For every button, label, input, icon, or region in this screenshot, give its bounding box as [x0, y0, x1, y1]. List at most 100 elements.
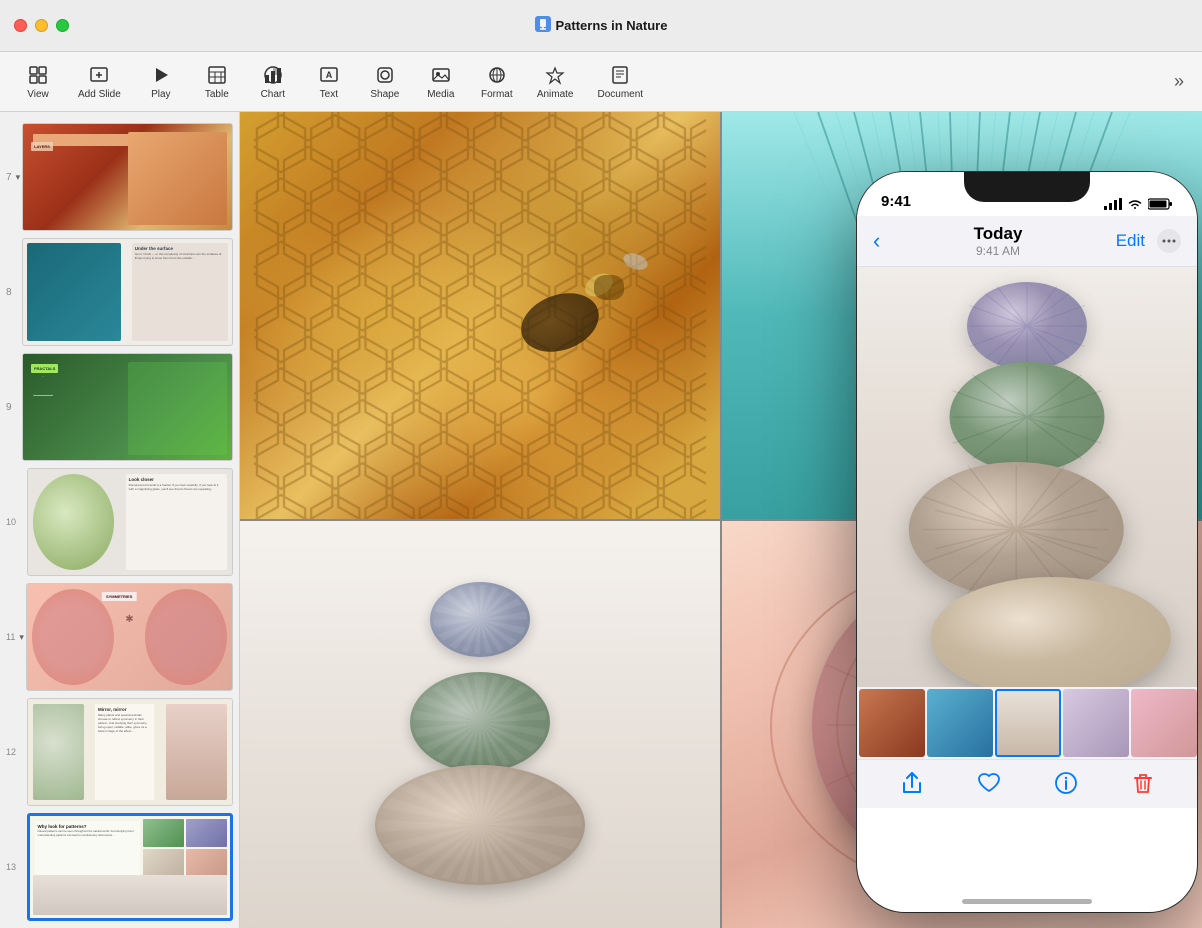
slide-group-13: 13 ▾ Why look for patterns? Natural patt… — [0, 810, 239, 924]
photo-thumb-1[interactable] — [859, 689, 925, 757]
format-icon — [486, 64, 508, 86]
photos-main-image — [857, 267, 1197, 687]
collapse-icon-11[interactable]: ▾ — [19, 632, 24, 643]
slide-group-7: 7 ▾ LAYERS — [0, 120, 239, 234]
toolbar-view[interactable]: View — [10, 60, 66, 104]
toolbar-chart[interactable]: Chart — [245, 60, 301, 104]
toolbar-shape[interactable]: Shape — [357, 60, 413, 104]
slide-thumb-8[interactable]: Under the surface Go to / think — or the… — [22, 238, 233, 346]
shape-icon — [374, 64, 396, 86]
slide-number-12: 12 — [6, 747, 16, 757]
photos-title: Today — [974, 224, 1023, 244]
photos-thumbnail-strip — [857, 687, 1197, 759]
grid-cell-urchin-stacked — [240, 521, 720, 928]
slide-number-9: 9 — [6, 402, 12, 413]
play-icon — [150, 64, 172, 86]
window-title: Patterns in Nature — [535, 16, 668, 35]
minimize-button[interactable] — [35, 19, 48, 32]
slide-thumb-10[interactable]: Look closer Romanesco broccoli is a frac… — [27, 468, 233, 576]
main-content: 7 ▾ LAYERS 8 ▾ Under the surface Go to /… — [0, 112, 1202, 928]
battery-icon — [1148, 198, 1173, 210]
photos-title-area: Today 9:41 AM — [974, 224, 1023, 258]
app-icon — [535, 16, 551, 35]
animate-icon — [544, 64, 566, 86]
iphone-time: 9:41 — [881, 193, 911, 210]
toolbar-media[interactable]: Media — [413, 60, 469, 104]
photos-back-button[interactable]: ‹ — [873, 228, 880, 254]
document-icon — [609, 64, 631, 86]
photos-share-button[interactable] — [899, 770, 925, 796]
media-icon — [430, 64, 452, 86]
table-label: Table — [205, 89, 229, 100]
toolbar-play[interactable]: Play — [133, 60, 189, 104]
toolbar-document[interactable]: Document — [586, 60, 656, 104]
animate-label: Animate — [537, 89, 574, 100]
signal-icon — [1104, 198, 1122, 210]
view-icon — [27, 64, 49, 86]
iphone-notch — [964, 172, 1090, 202]
add-slide-label: Add Slide — [78, 89, 121, 100]
iphone-status-bar: 9:41 — [857, 172, 1197, 216]
slide-thumb-12[interactable]: Mirror, mirror Many plants and several a… — [27, 698, 233, 806]
iphone-screen: 9:41 — [857, 172, 1197, 912]
add-slide-icon — [88, 64, 110, 86]
chart-icon — [262, 64, 284, 86]
slide-thumb-9[interactable]: FRACTALS — [22, 353, 233, 461]
photo-thumb-4[interactable] — [1063, 689, 1129, 757]
slide-thumb-11[interactable]: SYMMETRIES ✱ — [26, 583, 233, 691]
wifi-icon — [1127, 198, 1143, 210]
photo-thumb-2[interactable] — [927, 689, 993, 757]
shape-label: Shape — [370, 89, 399, 100]
slide-number-13: 13 — [6, 862, 16, 872]
photos-favorite-button[interactable] — [976, 770, 1002, 796]
slide-thumb-13[interactable]: Why look for patterns? Natural patterns … — [27, 813, 233, 921]
slide-group-9: 9 ▾ FRACTALS — [0, 350, 239, 464]
photos-subtitle: 9:41 AM — [974, 244, 1023, 258]
chart-label: Chart — [261, 89, 285, 100]
photos-app-header: ‹ Today 9:41 AM Edit — [857, 216, 1197, 267]
format-label: Format — [481, 89, 513, 100]
toolbar-table[interactable]: Table — [189, 60, 245, 104]
photos-header-actions: Edit — [1116, 229, 1181, 253]
toolbar-format[interactable]: Format — [469, 60, 525, 104]
table-icon — [206, 64, 228, 86]
traffic-lights — [14, 19, 69, 32]
slide-group-8: 8 ▾ Under the surface Go to / think — or… — [0, 235, 239, 349]
photos-edit-button[interactable]: Edit — [1116, 231, 1145, 251]
collapse-icon-7[interactable]: ▾ — [16, 172, 21, 183]
photos-info-button[interactable] — [1053, 770, 1079, 796]
photos-delete-button[interactable] — [1130, 770, 1156, 796]
text-icon: A — [318, 64, 340, 86]
slide-panel: 7 ▾ LAYERS 8 ▾ Under the surface Go to /… — [0, 112, 240, 928]
toolbar: View Add Slide Play — [0, 52, 1202, 112]
toolbar-add-slide[interactable]: Add Slide — [66, 60, 133, 104]
photos-bottom-bar — [857, 759, 1197, 808]
document-label: Document — [598, 89, 644, 100]
svg-text:A: A — [326, 70, 333, 80]
slide-group-11: 11 ▾ SYMMETRIES ✱ — [0, 580, 239, 694]
slide-number-10: 10 — [6, 517, 16, 527]
slide-group-10: 10 ▾ Look closer Romanesco broccoli is a… — [0, 465, 239, 579]
iphone-overlay: 9:41 — [842, 172, 1202, 928]
iphone-home-indicator — [962, 899, 1092, 904]
toolbar-animate[interactable]: Animate — [525, 60, 586, 104]
toolbar-text[interactable]: A Text — [301, 60, 357, 104]
close-button[interactable] — [14, 19, 27, 32]
view-label: View — [27, 89, 49, 100]
photo-thumb-3[interactable] — [995, 689, 1061, 757]
slide-number-7: 7 — [6, 172, 12, 183]
toolbar-more-button[interactable]: » — [1166, 67, 1192, 96]
photo-thumb-5[interactable] — [1131, 689, 1197, 757]
play-label: Play — [151, 89, 170, 100]
iphone-status-icons — [1104, 198, 1173, 210]
canvas-area[interactable]: 9:41 — [240, 112, 1202, 928]
iphone-frame: 9:41 — [857, 172, 1197, 912]
slide-number-8: 8 — [6, 287, 12, 298]
media-label: Media — [427, 89, 454, 100]
slide-group-12: 12 ▾ Mirror, mirror Many plants and seve… — [0, 695, 239, 809]
title-bar: Patterns in Nature — [0, 0, 1202, 52]
slide-thumb-7[interactable]: LAYERS — [22, 123, 233, 231]
photos-more-button[interactable] — [1157, 229, 1181, 253]
maximize-button[interactable] — [56, 19, 69, 32]
text-label: Text — [320, 89, 338, 100]
